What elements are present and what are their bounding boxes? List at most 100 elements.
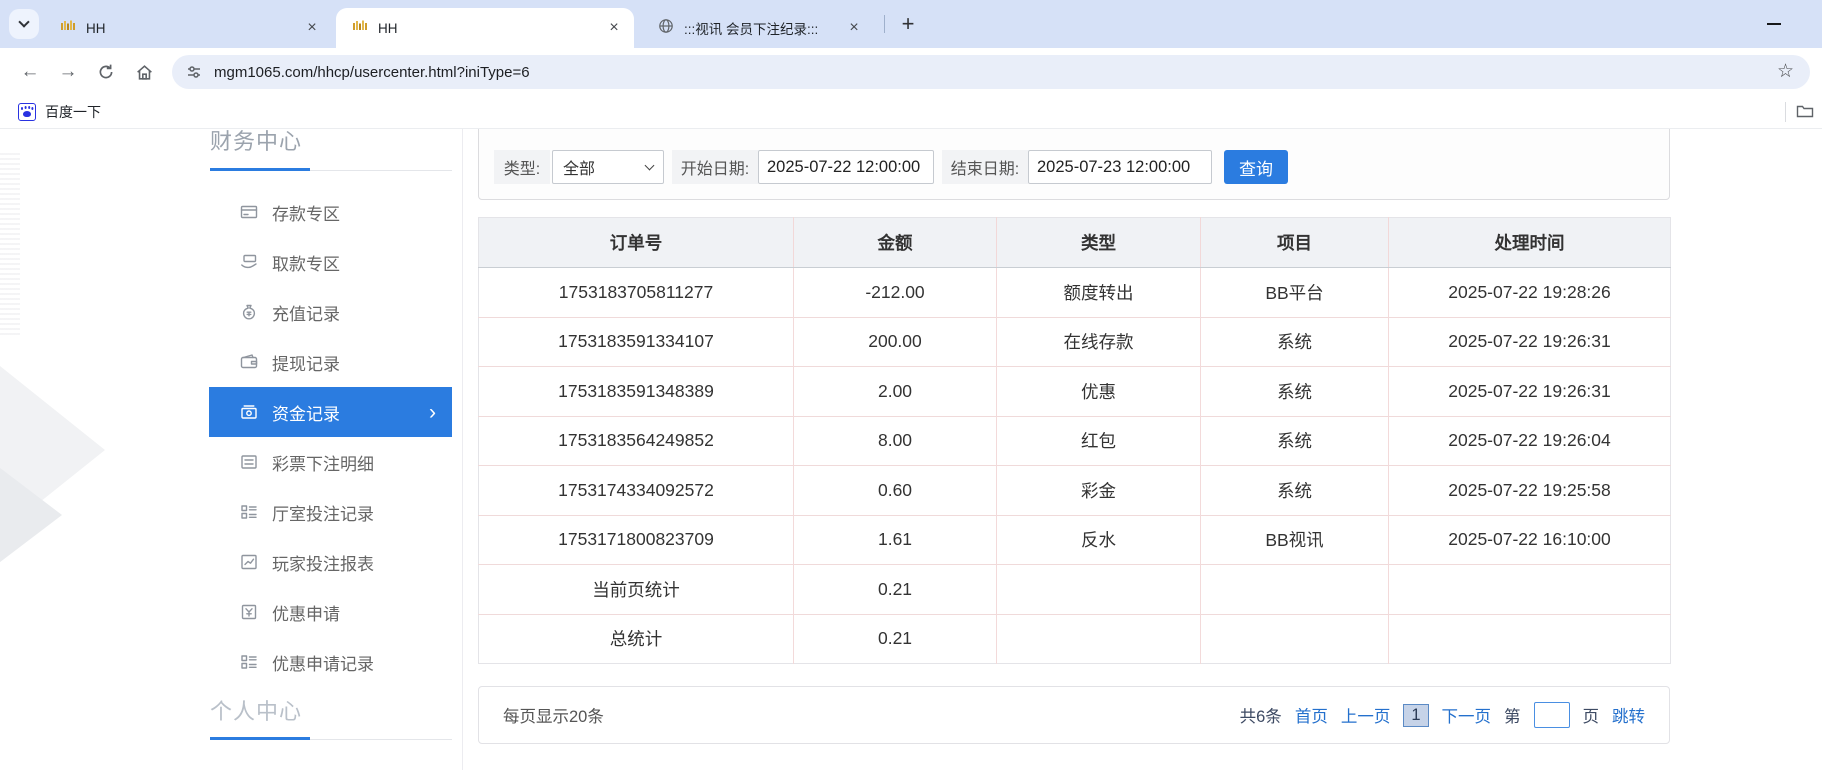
sidebar-item[interactable]: 优惠申请记录	[209, 637, 452, 687]
reload-button[interactable]	[90, 56, 122, 88]
table-cell: 系统	[1200, 366, 1389, 416]
pagination-controls: 共6条 首页 上一页 1 下一页 第 页 跳转	[1240, 702, 1645, 728]
total-count: 共6条	[1239, 708, 1282, 726]
sidebar-item-label: 优惠申请	[272, 604, 340, 624]
column-header: 处理时间	[1388, 217, 1671, 268]
table-header-row: 订单号 金额 类型 项目 处理时间	[478, 217, 1671, 268]
table-cell: 额度转出	[996, 267, 1201, 317]
close-tab-icon[interactable]: ×	[604, 18, 624, 38]
list-icon	[240, 453, 258, 471]
chevron-right-icon: ›	[429, 400, 436, 424]
gold-waveform-favicon	[60, 18, 76, 39]
home-button[interactable]	[128, 56, 160, 88]
close-tab-icon[interactable]: ×	[302, 18, 322, 38]
table-cell: 系统	[1200, 465, 1389, 515]
bookmark-star-icon[interactable]: ☆	[1777, 60, 1794, 83]
grid-list-icon	[240, 653, 258, 671]
bookmark-baidu[interactable]: 百度一下	[10, 99, 109, 125]
table-cell: 8.00	[793, 415, 997, 466]
sidebar-item[interactable]: 彩票下注明细	[209, 437, 452, 487]
jump-page-input[interactable]	[1533, 702, 1570, 728]
sidebar-item[interactable]: 厅室投注记录	[209, 487, 452, 537]
tab-search-button[interactable]	[9, 9, 39, 39]
table-cell: 2025-07-22 19:26:04	[1388, 415, 1671, 466]
jump-label-prefix: 第	[1504, 708, 1521, 726]
first-page-link[interactable]: 首页	[1295, 703, 1328, 727]
sidebar-item[interactable]: 优惠申请	[209, 587, 452, 637]
search-button[interactable]: 查询	[1224, 150, 1288, 184]
withdraw-hand-icon	[240, 253, 258, 271]
other-bookmarks-folder-icon[interactable]	[1796, 103, 1814, 119]
column-header: 订单号	[478, 217, 794, 268]
table-cell: 反水	[996, 514, 1201, 565]
sidebar-menu: 存款专区 取款专区 充值记录 提现记录 资金记录 › 彩票下注明细 厅室投注记录…	[209, 187, 452, 687]
table-row: 1753183705811277 -212.00 额度转出 BB平台 2025-07-2…	[479, 267, 1671, 317]
home-icon	[136, 64, 152, 80]
table-cell: 彩金	[996, 465, 1201, 515]
address-bar[interactable]: mgm1065.com/hhcp/usercenter.html?iniType…	[172, 55, 1810, 89]
column-header: 项目	[1200, 217, 1389, 268]
table-row: 1753183564249852 8.00 红包 系统 2025-07-22 19:26…	[478, 415, 1671, 466]
table-cell: 红包	[996, 415, 1201, 466]
sidebar-item-label: 优惠申请记录	[272, 654, 374, 674]
table-cell: 1753174334092572	[478, 465, 794, 515]
table-cell: -212.00	[793, 267, 997, 317]
table-header: 订单号 金额 类型 项目 处理时间	[478, 217, 1671, 268]
jump-label-suffix: 页	[1582, 708, 1600, 726]
moneybag-icon	[240, 303, 258, 321]
table-row: 1753171800823709 1.61 反水 BB视讯 2025-07-22 16:…	[478, 514, 1671, 565]
table-cell: 系统	[1200, 415, 1389, 466]
sidebar-item-label: 提现记录	[272, 354, 340, 374]
table-cell: 2.00	[793, 366, 997, 416]
report-chart-icon	[240, 553, 258, 571]
end-date-input[interactable]	[1028, 150, 1212, 184]
table-cell: BB平台	[1200, 267, 1389, 317]
sidebar-item-label: 玩家投注报表	[272, 554, 374, 574]
sidebar-divider	[462, 129, 463, 770]
table-cell	[1200, 564, 1389, 614]
browser-tab-3[interactable]: :::视讯 会员下注纪录::: ×	[642, 8, 874, 48]
table-cell	[1200, 613, 1389, 664]
column-header: 金额	[793, 217, 997, 268]
sidebar-item[interactable]: 充值记录	[209, 287, 452, 337]
site-info-icon[interactable]	[186, 64, 202, 80]
minimize-window-button[interactable]	[1758, 9, 1790, 39]
table-cell: 1.61	[793, 514, 997, 565]
table-row: 1753183591334107 200.00 在线存款 系统 2025-07-22 1…	[478, 316, 1671, 367]
start-date-input[interactable]	[758, 150, 934, 184]
section-accent-bar	[210, 737, 310, 740]
new-tab-button[interactable]: +	[893, 9, 923, 39]
url-text: mgm1065.com/hhcp/usercenter.html?iniType…	[214, 63, 530, 81]
table-cell: 2025-07-22 16:10:00	[1388, 514, 1671, 565]
browser-tab-1[interactable]: HH ×	[44, 8, 332, 48]
sidebar-item[interactable]: 存款专区	[209, 187, 452, 237]
bookmarks-divider	[1785, 102, 1786, 122]
sidebar-item[interactable]: 提现记录	[209, 337, 452, 387]
sidebar-item[interactable]: 玩家投注报表	[209, 537, 452, 587]
back-button[interactable]: ←	[14, 56, 46, 88]
close-tab-icon[interactable]: ×	[844, 18, 864, 38]
sidebar-item[interactable]: 资金记录 ›	[209, 387, 452, 437]
grid-list-icon	[240, 503, 258, 521]
current-page-indicator[interactable]: 1	[1403, 703, 1429, 727]
table-cell: 当前页统计	[478, 564, 794, 614]
jump-button[interactable]: 跳转	[1612, 703, 1645, 727]
forward-button[interactable]: →	[52, 56, 84, 88]
browser-tab-2-active[interactable]: HH ×	[336, 8, 634, 48]
browser-window: 财务中心 存款专区 取款专区 充值记录 提现记录 资金记录 › 彩票下注明细 厅…	[0, 0, 1822, 770]
sidebar-item[interactable]: 取款专区	[209, 237, 452, 287]
reload-icon	[99, 64, 113, 79]
start-date-label: 开始日期:	[672, 150, 758, 184]
records-table: 订单号 金额 类型 项目 处理时间 1753183705811277 -212.00 额度转…	[478, 217, 1671, 664]
table-cell	[1388, 564, 1671, 614]
table-row: 1753174334092572 0.60 彩金 系统 2025-07-22 19:25…	[478, 465, 1671, 515]
table-cell	[996, 564, 1201, 614]
table-cell: BB视讯	[1200, 514, 1389, 565]
prev-page-link[interactable]: 上一页	[1341, 703, 1391, 727]
sidebar-item-label: 充值记录	[272, 304, 340, 324]
type-select[interactable]: 全部	[552, 150, 664, 184]
next-page-link[interactable]: 下一页	[1442, 703, 1492, 727]
pagination-bar: 每页显示20条 共6条 首页 上一页 1 下一页 第 页 跳转	[478, 686, 1670, 744]
sidebar-item-label: 厅室投注记录	[272, 504, 374, 524]
table-cell: 1753183591348389	[478, 366, 794, 416]
